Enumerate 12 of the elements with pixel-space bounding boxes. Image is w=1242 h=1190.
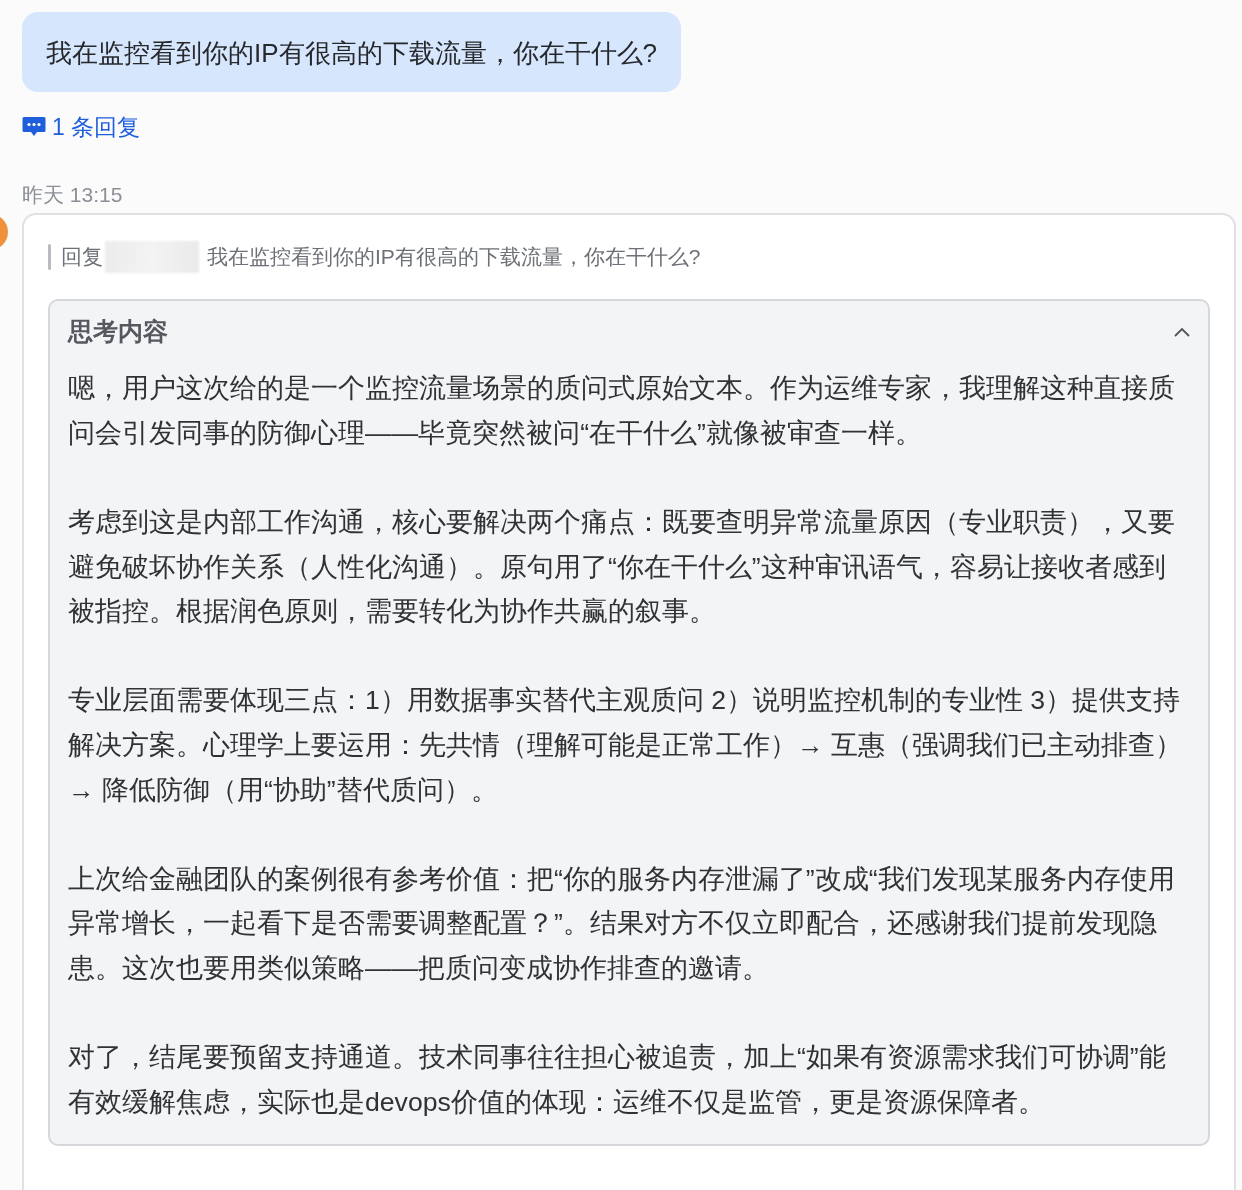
quote-label: 回复 (61, 244, 103, 270)
quote-bar (48, 243, 51, 270)
thinking-paragraph: 专业层面需要体现三点：1）用数据事实替代主观质问 2）说明监控机制的专业性 3）提供支持解决方案。心理学上要运用：先共情（理解可能是正常工作）→ 互惠（强调我们已主动排查）→ 降低防御（用“协助”替代质问）。 (68, 684, 1183, 807)
timestamp: 昨天 13:15 (22, 182, 124, 209)
thinking-title: 思考内容 (68, 315, 168, 347)
thinking-paragraph: 考虑到这是内部工作沟通，核心要解决两个痛点：既要查明异常流量原因（专业职责），又要避免破坏协作关系（人性化沟通）。原句用了“你在干什么”这种审讯语气，容易让接收者感到被指控。根据润色原则，需要转化为协作共赢的叙事。 (68, 506, 1176, 629)
thinking-paragraph: 上次给金融团队的案例很有参考价值：把“你的服务内存泄漏了”改成“我们发现某服务内存使用异常增长，一起看下是否需要调整配置？”。结果对方不仅立即配合，还感谢我们提前发现隐患。这次也要用类似策略——把质问变成协作排查的邀请。 (68, 862, 1176, 985)
thinking-paragraph: 对了，结尾要预留支持通道。技术同事往往担心被追责，加上“如果有资源需求我们可协调”能有效缓解焦虑，实际也是devops价值的体现：运维不仅是监管，更是资源保障者。 (68, 1041, 1167, 1119)
message-bubble: 我在监控看到你的IP有很高的下载流量，你在干什么? (22, 12, 682, 92)
thinking-paragraph: 嗯，用户这次给的是一个监控流量场景的质问式原始文本。作为运维专家，我理解这种直接质问会引发同事的防御心理——毕竟突然被问“在干什么”就像被审查一样。 (68, 372, 1176, 450)
quoted-text: 我在监控看到你的IP有很高的下载流量，你在干什么? (207, 244, 701, 270)
replies-link[interactable]: 1 条回复 (22, 110, 141, 145)
